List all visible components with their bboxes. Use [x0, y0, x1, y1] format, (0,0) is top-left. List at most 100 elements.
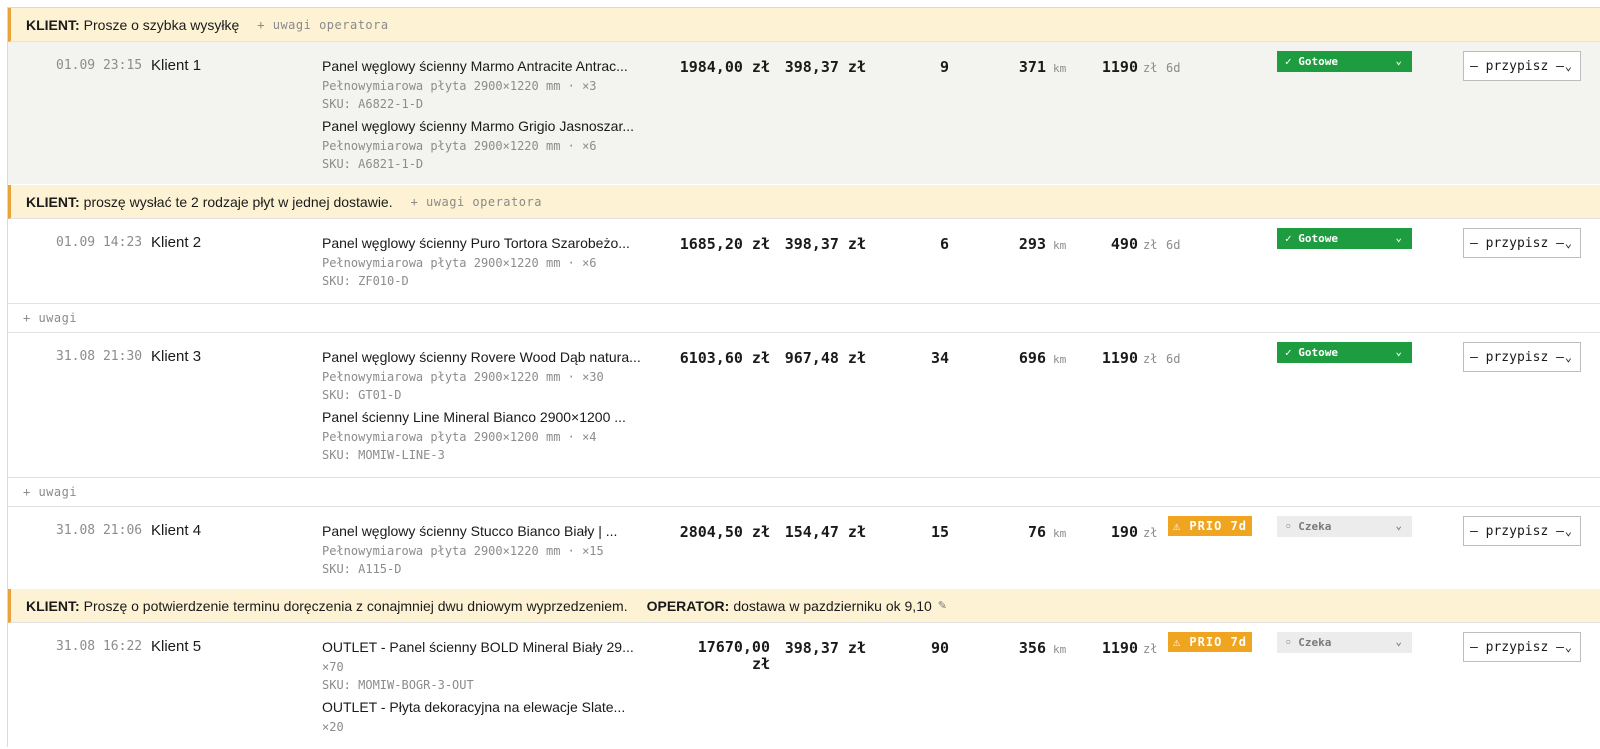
- item-sku: SKU: MOMIW-BOGR-3-OUT: [322, 678, 474, 692]
- add-note-bar: + uwagi: [8, 477, 1600, 507]
- order-date: 31.08 21:06: [56, 523, 143, 538]
- order-item: Panel węglowy ścienny Rovere Wood Dąb na…: [322, 349, 662, 403]
- item-meta: Pełnowymiarowa płyta 2900×1220 mm · ×15: [322, 544, 604, 558]
- quantity: 6: [939, 235, 949, 253]
- add-note-button[interactable]: + uwagi: [23, 311, 77, 325]
- distance: 293: [1018, 235, 1046, 253]
- pencil-icon[interactable]: ✎: [938, 599, 947, 612]
- client-name[interactable]: Klient 3: [151, 348, 201, 365]
- item-meta: ×70: [322, 660, 344, 674]
- chevron-down-icon: ⌄: [1564, 640, 1572, 654]
- item-name: Panel węglowy ścienny Marmo Grigio Jasno…: [322, 118, 635, 134]
- km-unit: km: [1053, 239, 1067, 252]
- client-note-text: Prosze o szybka wysyłkę: [83, 16, 240, 33]
- status-dropdown[interactable]: ✓ Gotowe ⌄: [1277, 342, 1412, 363]
- currency-unit: zł: [1143, 526, 1158, 540]
- quantity: 90: [930, 639, 949, 657]
- currency-unit: zł: [1143, 352, 1158, 366]
- item-name: Panel węglowy ścienny Rovere Wood Dąb na…: [322, 349, 641, 365]
- order-item: Panel węglowy ścienny Marmo Antracite An…: [322, 58, 662, 112]
- assign-label: — przypisz —: [1470, 349, 1564, 365]
- gross-value: 1685,20 zł: [679, 235, 770, 253]
- status-dropdown[interactable]: ◦ Czeka ⌄: [1277, 632, 1412, 653]
- client-name[interactable]: Klient 4: [151, 522, 201, 539]
- add-operator-note-button[interactable]: + uwagi operatora: [257, 18, 388, 32]
- shipping-cost: 1190: [1101, 349, 1138, 367]
- item-name: OUTLET - Płyta dekoracyjna na elewacje S…: [322, 699, 626, 715]
- order-note: KLIENT: Prosze o szybka wysyłkę + uwagi …: [8, 8, 1600, 42]
- gross-value: 2804,50 zł: [679, 523, 770, 541]
- assign-dropdown[interactable]: — przypisz — ⌄: [1463, 342, 1581, 372]
- status-dropdown[interactable]: ◦ Czeka ⌄: [1277, 516, 1412, 537]
- order-row[interactable]: 31.08 21:30 Klient 3 Panel węglowy ścien…: [8, 333, 1600, 477]
- client-name[interactable]: Klient 2: [151, 234, 201, 251]
- chevron-down-icon: ⌄: [1395, 231, 1402, 244]
- assign-dropdown[interactable]: — przypisz — ⌄: [1463, 516, 1581, 546]
- operator-note-text: dostawa w pazdzierniku ok 9,10: [733, 597, 932, 614]
- chevron-down-icon: ⌄: [1564, 59, 1572, 73]
- chevron-down-icon: ⌄: [1395, 519, 1402, 532]
- order-row[interactable]: 01.09 23:15 Klient 1 Panel węglowy ścien…: [8, 42, 1600, 184]
- net-value: 398,37 zł: [784, 58, 866, 76]
- client-note-label: KLIENT:: [26, 597, 80, 614]
- status-label: ✓ Gotowe: [1285, 346, 1338, 359]
- order-date: 31.08 16:22: [56, 639, 143, 654]
- assign-label: — przypisz —: [1470, 639, 1564, 655]
- client-note-text: proszę wysłać te 2 rodzaje płyt w jednej…: [83, 193, 393, 210]
- item-meta: Pełnowymiarowa płyta 2900×1220 mm · ×6: [322, 256, 597, 270]
- item-meta: Pełnowymiarowa płyta 2900×1220 mm · ×6: [322, 139, 597, 153]
- gross-value: 6103,60 zł: [679, 349, 770, 367]
- add-operator-note-button[interactable]: + uwagi operatora: [411, 195, 542, 209]
- order-row[interactable]: 01.09 14:23 Klient 2 Panel węglowy ścien…: [8, 219, 1600, 303]
- net-value: 967,48 zł: [784, 349, 866, 367]
- gross-value: 17670,00 zł: [670, 639, 770, 673]
- assign-dropdown[interactable]: — przypisz — ⌄: [1463, 632, 1581, 662]
- km-unit: km: [1053, 62, 1067, 75]
- order-date: 01.09 23:15: [56, 58, 143, 73]
- quantity: 9: [939, 58, 949, 76]
- lead-time: 6d: [1166, 352, 1181, 366]
- chevron-down-icon: ⌄: [1395, 635, 1402, 648]
- operator-note-label: OPERATOR:: [646, 597, 730, 614]
- assign-label: — przypisz —: [1470, 58, 1564, 74]
- shipping-cost: 490: [1110, 235, 1138, 253]
- assign-dropdown[interactable]: — przypisz — ⌄: [1463, 228, 1581, 258]
- currency-unit: zł: [1143, 238, 1158, 252]
- distance: 356: [1018, 639, 1046, 657]
- order-date: 31.08 21:30: [56, 349, 143, 364]
- km-unit: km: [1053, 527, 1067, 540]
- order-date: 01.09 14:23: [56, 235, 143, 250]
- status-dropdown[interactable]: ✓ Gotowe ⌄: [1277, 228, 1412, 249]
- status-dropdown[interactable]: ✓ Gotowe ⌄: [1277, 51, 1412, 72]
- add-note-button[interactable]: + uwagi: [23, 485, 77, 499]
- gross-value-amount: 17670,00: [697, 638, 770, 656]
- currency-unit: zł: [1143, 61, 1158, 75]
- priority-badge: ⚠ PRIO 7d: [1168, 516, 1252, 536]
- shipping-cost: 1190: [1101, 58, 1138, 76]
- status-label: ◦ Czeka: [1285, 520, 1332, 533]
- item-name: Panel węglowy ścienny Marmo Antracite An…: [322, 58, 628, 74]
- client-name[interactable]: Klient 5: [151, 638, 201, 655]
- order-item: Panel węglowy ścienny Stucco Bianco Biał…: [322, 523, 662, 577]
- order-row[interactable]: 31.08 21:06 Klient 4 Panel węglowy ścien…: [8, 507, 1600, 589]
- item-name: Panel węglowy ścienny Puro Tortora Szaro…: [322, 235, 630, 251]
- gross-value: 1984,00 zł: [679, 58, 770, 76]
- item-meta: ×20: [322, 720, 344, 734]
- order-item: OUTLET - Płyta dekoracyjna na elewacje S…: [322, 699, 662, 735]
- order-row[interactable]: 31.08 16:22 Klient 5 OUTLET - Panel ście…: [8, 623, 1600, 746]
- chevron-down-icon: ⌄: [1395, 345, 1402, 358]
- chevron-down-icon: ⌄: [1564, 524, 1572, 538]
- status-label: ✓ Gotowe: [1285, 55, 1338, 68]
- item-sku: SKU: A115-D: [322, 562, 402, 576]
- client-name[interactable]: Klient 1: [151, 57, 201, 74]
- item-meta: Pełnowymiarowa płyta 2900×1200 mm · ×4: [322, 430, 597, 444]
- shipping-cost: 1190: [1101, 639, 1138, 657]
- quantity: 34: [930, 349, 949, 367]
- item-meta: Pełnowymiarowa płyta 2900×1220 mm · ×3: [322, 79, 597, 93]
- currency-unit: zł: [1143, 642, 1158, 656]
- km-unit: km: [1053, 643, 1067, 656]
- add-note-bar: + uwagi: [8, 303, 1600, 333]
- assign-dropdown[interactable]: — przypisz — ⌄: [1463, 51, 1581, 81]
- net-value: 398,37 zł: [784, 639, 866, 657]
- item-name: OUTLET - Panel ścienny BOLD Mineral Biał…: [322, 639, 634, 655]
